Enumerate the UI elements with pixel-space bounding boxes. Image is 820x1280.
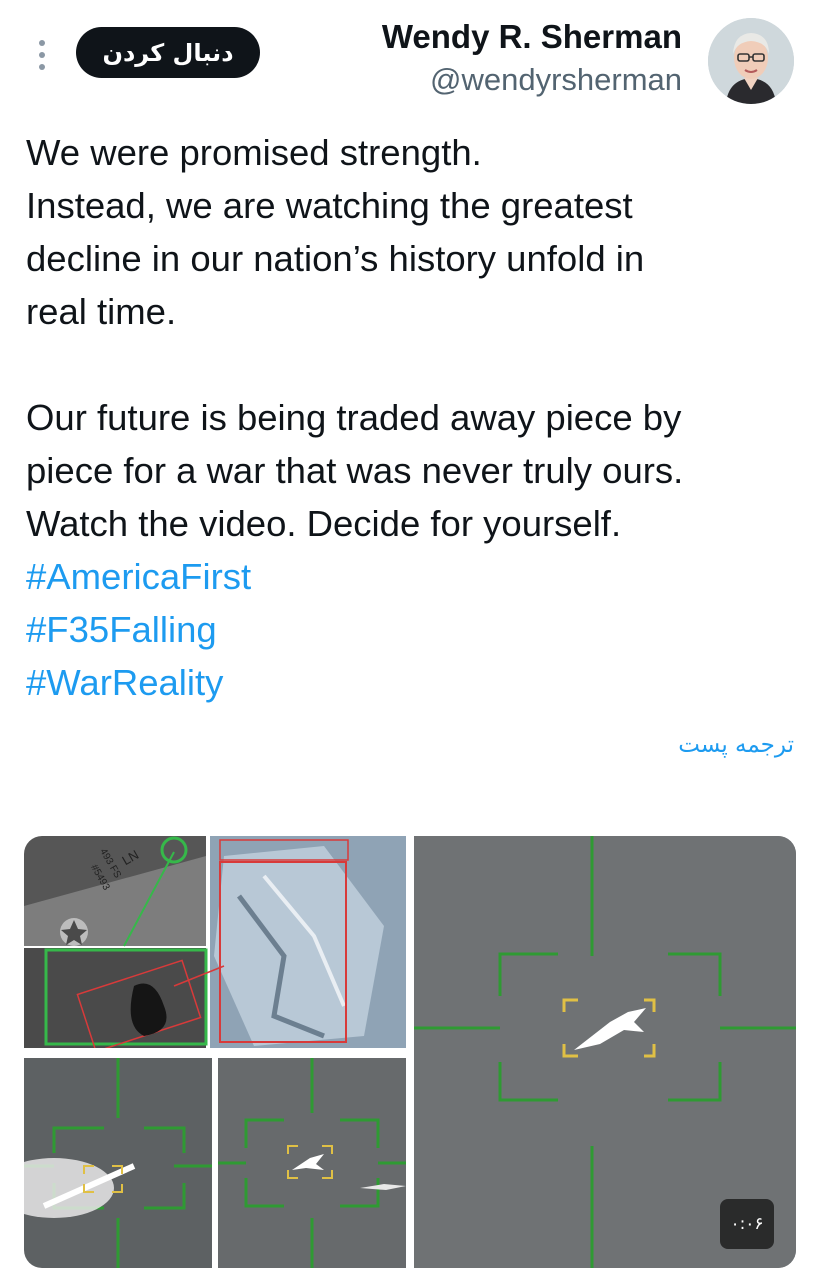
tweet-text-line: piece for a war that was never truly our… (26, 450, 684, 491)
follow-button[interactable]: دنبال کردن (76, 27, 260, 78)
media-image-targeting-frames[interactable] (24, 1058, 406, 1268)
more-vertical-icon-dot (39, 52, 45, 58)
tweet-text-line: Watch the video. Decide for yourself. (26, 503, 622, 544)
user-handle[interactable]: @wendyrsherman (430, 62, 682, 98)
more-options-button[interactable] (36, 40, 48, 70)
media-image-wreckage[interactable]: LN 493 FS #5493 (24, 836, 406, 1048)
more-vertical-icon (39, 40, 45, 46)
tweet-text-line: We were promised strength. (26, 132, 482, 173)
tweet-text-line: real time. (26, 291, 177, 332)
tweet-text-line: decline in our nation’s history unfold i… (26, 238, 645, 279)
hashtag-link-f35falling[interactable]: #F35Falling (26, 603, 806, 656)
tweet-text-line: Instead, we are watching the greatest (26, 185, 633, 226)
media-grid: LN 493 FS #5493 ۰:۰۶ (24, 836, 796, 1268)
video-duration-badge: ۰:۰۶ (720, 1199, 774, 1249)
tweet-text-line: Our future is being traded away piece by (26, 397, 682, 438)
tweet-body: We were promised strength. Instead, we a… (26, 126, 806, 709)
avatar[interactable] (708, 18, 794, 104)
hashtag-link-americafirst[interactable]: #AmericaFirst (26, 550, 806, 603)
display-name[interactable]: Wendy R. Sherman (382, 18, 682, 56)
hashtag-link-warreality[interactable]: #WarReality (26, 656, 806, 709)
more-vertical-icon-dot (39, 64, 45, 70)
translate-post-link[interactable]: ترجمه پست (678, 732, 794, 758)
media-video-player[interactable]: TV S NN ۰:۰۶ (414, 836, 796, 1268)
paragraph-break (26, 338, 806, 391)
tweet-header: دنبال کردن Wendy R. Sherman @wendyrsherm… (0, 0, 820, 118)
